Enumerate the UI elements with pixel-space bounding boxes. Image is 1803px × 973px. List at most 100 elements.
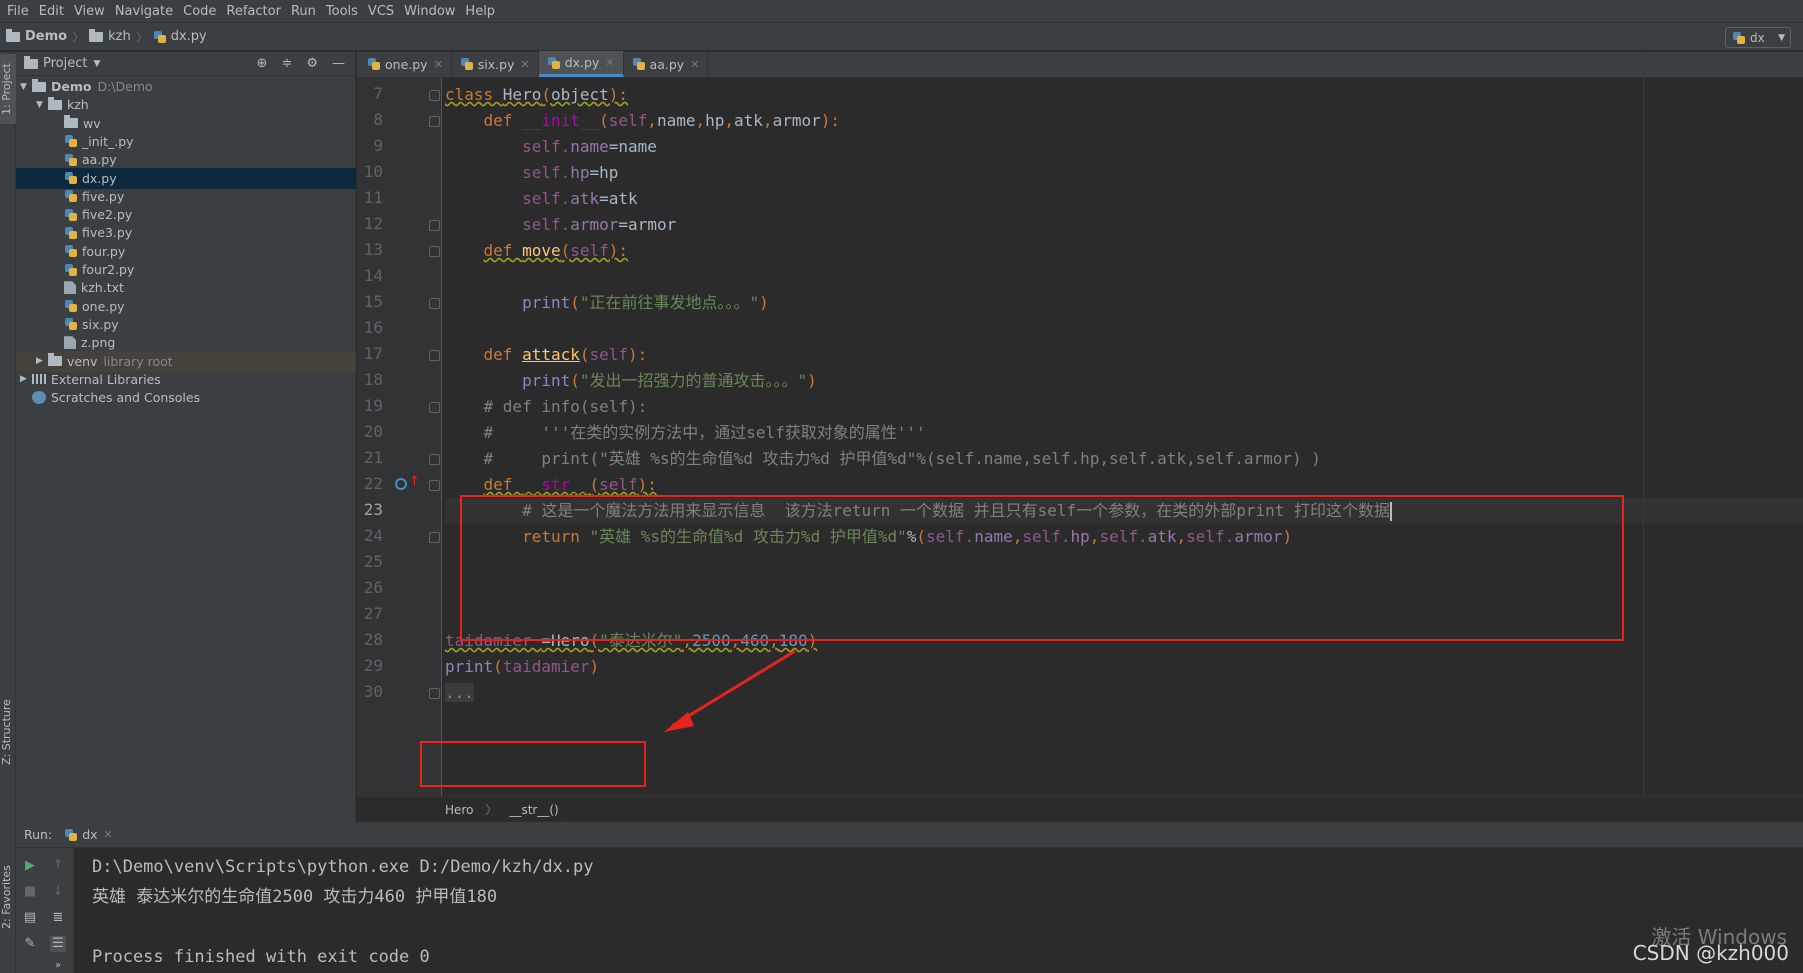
chevron-down-icon[interactable]: ▼ — [20, 82, 32, 92]
menu-view[interactable]: View — [69, 4, 110, 19]
close-icon[interactable]: ✕ — [104, 828, 113, 841]
code-line: def move(self): — [445, 238, 629, 264]
chevron-right-icon[interactable]: ▶ — [20, 374, 32, 384]
code-token: , — [695, 111, 706, 130]
line-number: 24 — [363, 526, 383, 545]
tree-item-label: six.py — [82, 316, 119, 332]
up-arrow-icon[interactable]: ↑ — [50, 858, 66, 874]
code-token: hp — [599, 163, 619, 182]
breadcrumb-file[interactable]: dx.py — [153, 29, 207, 44]
fold-marker-icon[interactable] — [429, 220, 440, 231]
more-icon[interactable]: » — [50, 958, 66, 973]
fold-marker-icon[interactable] — [429, 532, 440, 543]
menu-run[interactable]: Run — [286, 4, 321, 19]
gear-icon[interactable]: ⚙ — [306, 56, 318, 71]
fold-marker-icon[interactable] — [429, 298, 440, 309]
chevron-right-icon[interactable]: ▶ — [36, 356, 48, 366]
pin-icon[interactable]: ✎ — [22, 936, 38, 952]
run-label: Run: — [24, 827, 53, 842]
menu-tools[interactable]: Tools — [321, 4, 363, 19]
code-token: = — [608, 137, 619, 156]
fold-marker-icon[interactable] — [429, 480, 440, 491]
editor-tab-dx-py[interactable]: dx.py ✕ — [538, 51, 624, 77]
code-token: print — [522, 293, 571, 312]
python-file-icon — [64, 153, 78, 167]
line-number: 25 — [363, 552, 383, 571]
menu-refactor[interactable]: Refactor — [221, 4, 286, 19]
soft-wrap-icon[interactable]: ≣ — [50, 910, 66, 926]
breadcrumb-demo[interactable]: Demo 〉 — [6, 28, 83, 44]
code-token: armor — [570, 215, 619, 234]
override-method-icon[interactable] — [395, 478, 407, 490]
fold-marker-icon[interactable] — [429, 402, 440, 413]
run-panel: Run: dx ✕ ▶ ↑ ■ ↓ ▤ ≣ ✎ ☰ » D:\Demo\venv… — [16, 822, 1803, 973]
breadcrumb-class[interactable]: Hero — [445, 803, 473, 817]
annotation-box-print-call — [420, 741, 646, 787]
favorites-tool-tab[interactable]: 2: Favorites — [0, 852, 16, 942]
menu-edit[interactable]: Edit — [34, 4, 69, 19]
hide-icon[interactable]: — — [332, 56, 345, 71]
python-file-icon — [547, 56, 561, 70]
structure-tool-tab[interactable]: Z: Structure — [0, 692, 16, 772]
down-arrow-icon[interactable]: ↓ — [50, 884, 66, 900]
stop-icon[interactable]: ■ — [22, 884, 38, 900]
locate-icon[interactable]: ⊕ — [257, 56, 268, 71]
line-number: 18 — [363, 370, 383, 389]
right-margin-guide — [1643, 52, 1644, 796]
menu-window[interactable]: Window — [399, 4, 460, 19]
code-line: def attack(self): — [445, 342, 648, 368]
run-configuration-select[interactable]: dx ▼ — [1725, 27, 1791, 48]
fold-marker-icon[interactable] — [429, 454, 440, 465]
fold-marker-icon[interactable] — [429, 90, 440, 101]
code-token: self. — [522, 215, 571, 234]
code-token: # def info(self): — [483, 397, 648, 416]
code-token: ) — [759, 293, 769, 312]
line-number: 26 — [363, 578, 383, 597]
layout-icon[interactable]: ▤ — [22, 910, 38, 926]
line-number: 13 — [363, 240, 383, 259]
editor-tab-six-py[interactable]: six.py ✕ — [452, 51, 539, 77]
menu-vcs[interactable]: VCS — [363, 4, 399, 19]
fold-marker-icon[interactable] — [429, 246, 440, 257]
rerun-icon[interactable]: ▶ — [22, 858, 38, 874]
close-icon[interactable]: ✕ — [605, 56, 614, 69]
chevron-down-icon[interactable]: ▼ — [93, 59, 100, 69]
close-icon[interactable]: ✕ — [521, 58, 530, 71]
chevron-down-icon: ▼ — [1778, 32, 1785, 43]
code-line: self.name=name — [445, 134, 657, 160]
chevron-down-icon[interactable]: ▼ — [36, 100, 48, 110]
close-icon[interactable]: ✕ — [434, 58, 443, 71]
code-line: class Hero(object): — [445, 82, 628, 108]
folder-icon — [32, 78, 46, 92]
code-line: # '''在类的实例方法中，通过self获取对象的属性''' — [445, 420, 926, 446]
tree-item-label: one.py — [82, 298, 125, 314]
fold-marker-icon[interactable] — [429, 116, 440, 127]
project-view-select[interactable]: Project — [43, 56, 87, 71]
collapse-all-icon[interactable]: ≑ — [281, 56, 292, 71]
menu-help[interactable]: Help — [460, 4, 500, 19]
project-tool-tab[interactable]: 1: Project — [0, 54, 16, 124]
menu-navigate[interactable]: Navigate — [110, 4, 178, 19]
menu-bar: File Edit View Navigate Code Refactor Run Tools… — [0, 0, 1803, 23]
console-output[interactable]: D:\Demo\venv\Scripts\python.exe D:/Demo/… — [92, 852, 1792, 972]
line-number: 21 — [363, 448, 383, 467]
fold-marker-icon[interactable] — [429, 350, 440, 361]
code-area[interactable]: class Hero(object): def __init__(self,na… — [445, 78, 1803, 796]
line-number: 19 — [363, 396, 383, 415]
run-tab-dx[interactable]: dx — [82, 827, 97, 842]
code-token: "正在前往事发地点。。。" — [579, 293, 760, 312]
breadcrumb-method[interactable]: __str__() — [509, 803, 558, 817]
code-token: # '''在类的实例方法中，通过self获取对象的属性''' — [483, 423, 926, 442]
tree-item-scratches-and-consoles[interactable]: Scratches and Consoles — [16, 387, 356, 408]
editor-tab-one-py[interactable]: one.py ✕ — [359, 51, 452, 77]
menu-file[interactable]: File — [2, 4, 34, 19]
code-token: ( — [493, 657, 503, 676]
editor-tab-aa-py[interactable]: aa.py ✕ — [624, 51, 709, 77]
scroll-to-end-icon[interactable]: ☰ — [50, 936, 66, 952]
close-icon[interactable]: ✕ — [690, 58, 699, 71]
console-line: 英雄 泰达米尔的生命值2500 攻击力460 护甲值180 — [92, 887, 498, 907]
fold-marker-icon[interactable] — [429, 688, 440, 699]
menu-code[interactable]: Code — [178, 4, 221, 19]
breadcrumb-kzh[interactable]: kzh 〉 — [89, 28, 147, 44]
